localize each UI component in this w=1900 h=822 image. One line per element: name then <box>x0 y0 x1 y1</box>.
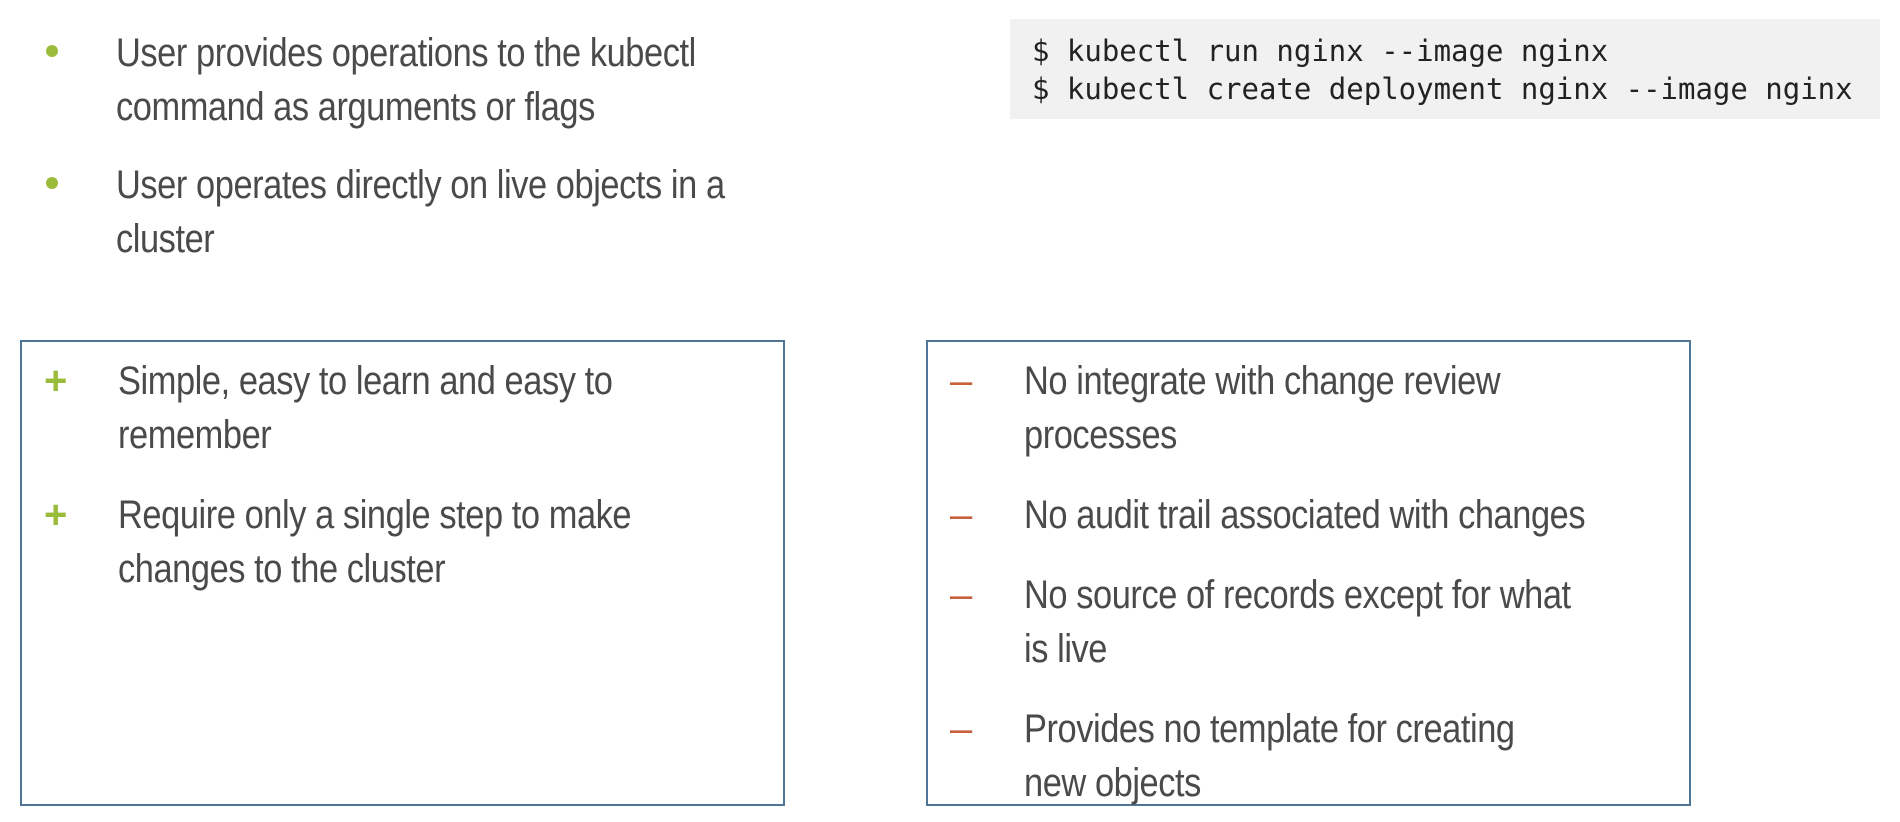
cons-box: – No integrate with change review proces… <box>926 340 1691 806</box>
bullet-dot-icon <box>46 177 58 189</box>
cons-list: – No integrate with change review proces… <box>928 342 1689 810</box>
code-line: $ kubectl create deployment nginx --imag… <box>1032 72 1853 106</box>
con-text: No source of records except for what is … <box>1024 573 1571 671</box>
list-item: + Require only a single step to make cha… <box>44 488 783 596</box>
minus-icon: – <box>950 493 973 537</box>
list-item: User provides operations to the kubectl … <box>42 26 942 134</box>
pro-text: Require only a single step to make chang… <box>118 493 632 591</box>
con-text: No integrate with change review processe… <box>1024 359 1501 457</box>
pros-box: + Simple, easy to learn and easy to reme… <box>20 340 785 806</box>
pro-text: Simple, easy to learn and easy to rememb… <box>118 359 613 457</box>
list-item: – No integrate with change review proces… <box>950 354 1689 462</box>
slide: User provides operations to the kubectl … <box>0 0 1900 822</box>
code-block: $ kubectl run nginx --image nginx $ kube… <box>1010 19 1880 119</box>
bullet-marker <box>42 158 116 212</box>
list-item: – No audit trail associated with changes <box>950 488 1689 542</box>
minus-icon: – <box>950 573 973 617</box>
plus-icon: + <box>44 359 68 403</box>
plus-icon: + <box>44 493 68 537</box>
top-bullet-list: User provides operations to the kubectl … <box>42 26 942 290</box>
con-text: No audit trail associated with changes <box>1024 493 1586 537</box>
bullet-text: User provides operations to the kubectl … <box>116 31 696 129</box>
minus-icon: – <box>950 707 973 751</box>
list-item: – No source of records except for what i… <box>950 568 1689 676</box>
bullet-dot-icon <box>46 45 58 57</box>
pros-list: + Simple, easy to learn and easy to reme… <box>22 342 783 596</box>
minus-icon: – <box>950 359 973 403</box>
bullet-marker <box>42 26 116 80</box>
list-item: – Provides no template for creating new … <box>950 702 1689 810</box>
con-text: Provides no template for creating new ob… <box>1024 707 1515 805</box>
list-item: User operates directly on live objects i… <box>42 158 942 266</box>
code-line: $ kubectl run nginx --image nginx <box>1032 34 1609 68</box>
list-item: + Simple, easy to learn and easy to reme… <box>44 354 783 462</box>
bullet-text: User operates directly on live objects i… <box>116 163 725 261</box>
